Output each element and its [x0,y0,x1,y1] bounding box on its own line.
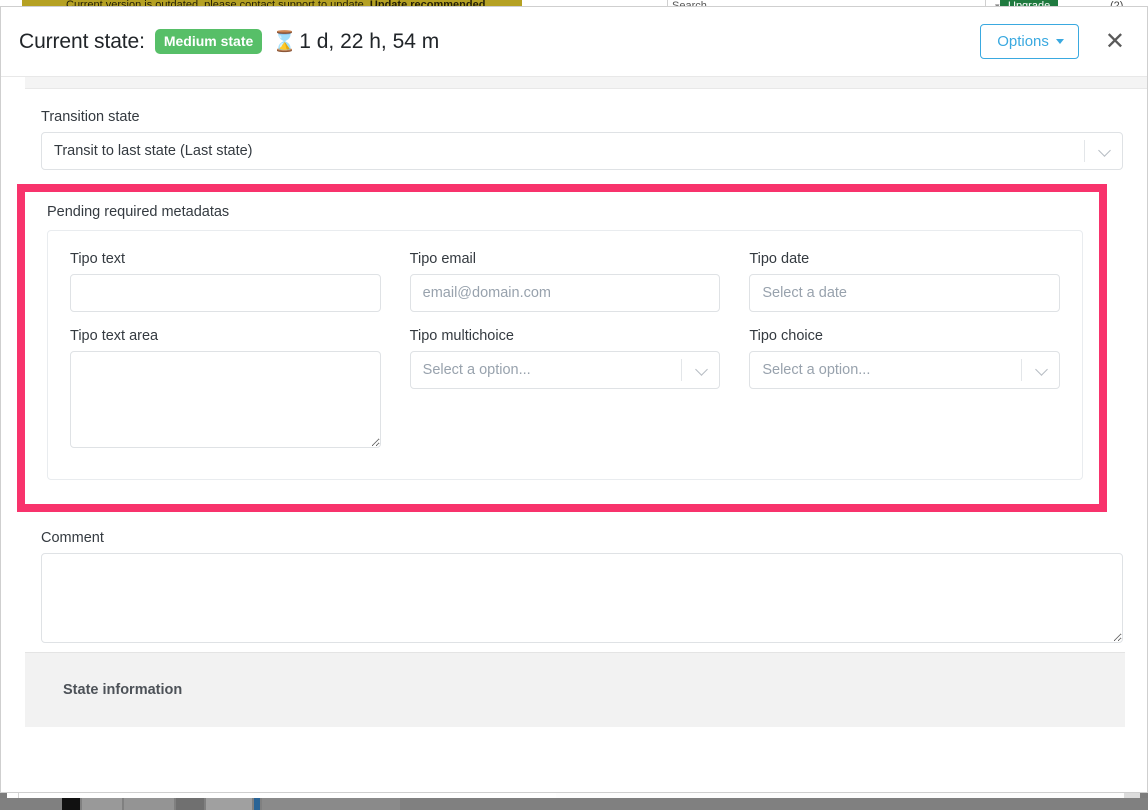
chevron-down-icon [1056,39,1064,44]
tipo-text-area-input[interactable] [70,351,381,448]
tipo-text-area-label: Tipo text area [70,328,381,344]
options-button[interactable]: Options [980,24,1079,59]
transition-state-modal: Current state: Medium state ⌛ 1 d, 22 h,… [0,6,1148,793]
tipo-date-label: Tipo date [749,251,1060,267]
options-button-label: Options [997,33,1049,50]
field-tipo-text-area: Tipo text area [70,328,381,453]
field-tipo-date: Tipo date [749,251,1060,312]
tipo-date-input[interactable] [749,274,1060,312]
select-separator [681,359,682,381]
pending-metadata-title: Pending required metadatas [47,204,1083,220]
elapsed-time: 1 d, 22 h, 54 m [299,30,439,54]
page-title: Current state: [19,30,145,54]
tipo-multichoice-label: Tipo multichoice [410,328,721,344]
tipo-text-input[interactable] [70,274,381,312]
tipo-email-label: Tipo email [410,251,721,267]
tipo-choice-select[interactable] [749,351,1060,389]
state-information-label: State information [63,682,182,698]
field-tipo-email: Tipo email [410,251,721,312]
select-separator [1084,140,1085,162]
taskbar-item[interactable] [206,798,252,810]
transition-state-label: Transition state [41,109,1123,125]
field-tipo-multichoice: Tipo multichoice [410,328,721,453]
taskbar-item[interactable] [262,798,400,810]
transition-form: Transition state Pending required metada… [1,89,1147,512]
tipo-multichoice-select-wrap[interactable] [410,351,721,389]
hourglass-icon: ⌛ [272,29,297,54]
taskbar-item[interactable] [124,798,174,810]
transition-state-select[interactable] [41,132,1123,170]
metadata-field-grid: Tipo text Tipo email Tipo date [70,251,1060,453]
tipo-multichoice-select[interactable] [410,351,721,389]
taskbar-item[interactable] [176,798,204,810]
transition-state-select-wrap[interactable] [41,132,1123,170]
modal-body-top-strip [25,77,1147,89]
tipo-text-label: Tipo text [70,251,381,267]
taskbar-active-indicator[interactable] [254,798,260,810]
field-tipo-text: Tipo text [70,251,381,312]
pending-metadata-highlight: Pending required metadatas Tipo text Tip… [17,184,1107,512]
pending-metadata-panel: Tipo text Tipo email Tipo date [47,230,1083,480]
tipo-email-input[interactable] [410,274,721,312]
comment-input[interactable] [41,553,1123,643]
select-separator [1021,359,1022,381]
modal-header-actions: Options ✕ [980,24,1131,59]
modal-header: Current state: Medium state ⌛ 1 d, 22 h,… [1,7,1147,77]
field-tipo-choice: Tipo choice [749,328,1060,453]
tipo-choice-select-wrap[interactable] [749,351,1060,389]
comment-label: Comment [41,530,1123,546]
taskbar-item[interactable] [62,798,80,810]
comment-field: Comment [1,512,1147,648]
status-badge: Medium state [155,29,262,54]
taskbar-item[interactable] [82,798,122,810]
tipo-choice-label: Tipo choice [749,328,1060,344]
state-information-section[interactable]: State information [25,652,1125,727]
modal-body: Transition state Pending required metada… [1,77,1147,727]
transition-state-field: Transition state [41,109,1123,170]
close-icon[interactable]: ✕ [1099,28,1131,56]
